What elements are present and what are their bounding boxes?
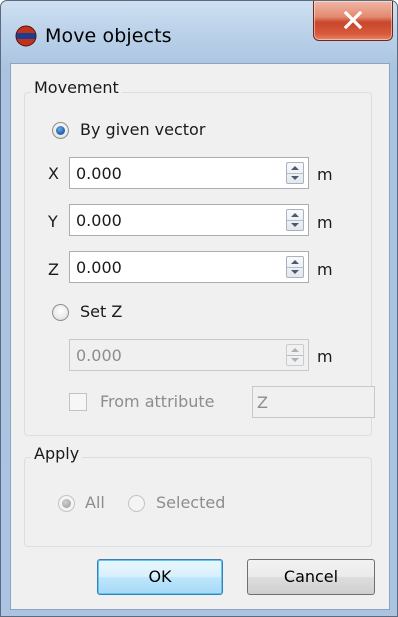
x-spin-buttons[interactable]: [286, 162, 304, 184]
z-value-spinbox[interactable]: [69, 251, 309, 283]
y-spin-buttons[interactable]: [286, 209, 304, 231]
spin-up-icon[interactable]: [291, 213, 299, 217]
set-z-unit-label: m: [317, 347, 333, 366]
z-unit-label: m: [317, 260, 333, 279]
y-value-spinbox[interactable]: [69, 204, 309, 236]
spin-down-icon[interactable]: [291, 270, 299, 274]
from-attribute-label[interactable]: From attribute: [100, 392, 215, 411]
apply-all-label[interactable]: All: [85, 493, 105, 512]
close-icon: [343, 11, 363, 29]
title-bar[interactable]: Move objects: [1, 1, 397, 63]
spin-up-icon[interactable]: [291, 348, 299, 352]
set-z-label[interactable]: Set Z: [80, 302, 122, 321]
spin-down-icon[interactable]: [291, 176, 299, 180]
by-given-vector-label[interactable]: By given vector: [80, 120, 205, 139]
apply-selected-label[interactable]: Selected: [156, 493, 225, 512]
attribute-field[interactable]: [252, 386, 375, 418]
x-value-spinbox[interactable]: [69, 157, 309, 189]
set-z-spin-buttons[interactable]: [286, 344, 304, 366]
from-attribute-checkbox[interactable]: [69, 393, 87, 411]
spin-up-icon[interactable]: [291, 260, 299, 264]
x-axis-label: X: [48, 164, 59, 183]
movement-group-label: Movement: [31, 78, 122, 97]
apply-selected-radio[interactable]: [128, 495, 145, 512]
attribute-input[interactable]: [257, 393, 367, 412]
y-value-input[interactable]: [76, 210, 246, 230]
window-title: Move objects: [45, 25, 172, 47]
z-axis-label: Z: [48, 260, 59, 279]
app-icon: [15, 25, 37, 47]
y-unit-label: m: [317, 213, 333, 232]
z-value-input[interactable]: [76, 257, 246, 277]
y-axis-label: Y: [48, 212, 58, 231]
set-z-spinbox[interactable]: [69, 339, 309, 371]
apply-group-label: Apply: [31, 444, 83, 463]
spin-down-icon[interactable]: [291, 358, 299, 362]
ok-button[interactable]: OK: [97, 559, 223, 595]
cancel-button[interactable]: Cancel: [247, 559, 375, 595]
dialog-body: Movement By given vector X m Y m Z: [10, 63, 390, 610]
spin-down-icon[interactable]: [291, 223, 299, 227]
by-given-vector-radio[interactable]: [52, 122, 69, 139]
set-z-radio[interactable]: [52, 304, 69, 321]
set-z-input[interactable]: [76, 345, 246, 365]
spin-up-icon[interactable]: [291, 166, 299, 170]
move-objects-dialog: Move objects Movement By given vector X …: [0, 0, 398, 617]
z-spin-buttons[interactable]: [286, 256, 304, 278]
x-value-input[interactable]: [76, 163, 246, 183]
x-unit-label: m: [317, 165, 333, 184]
close-button[interactable]: [313, 1, 393, 41]
apply-all-radio[interactable]: [58, 495, 75, 512]
